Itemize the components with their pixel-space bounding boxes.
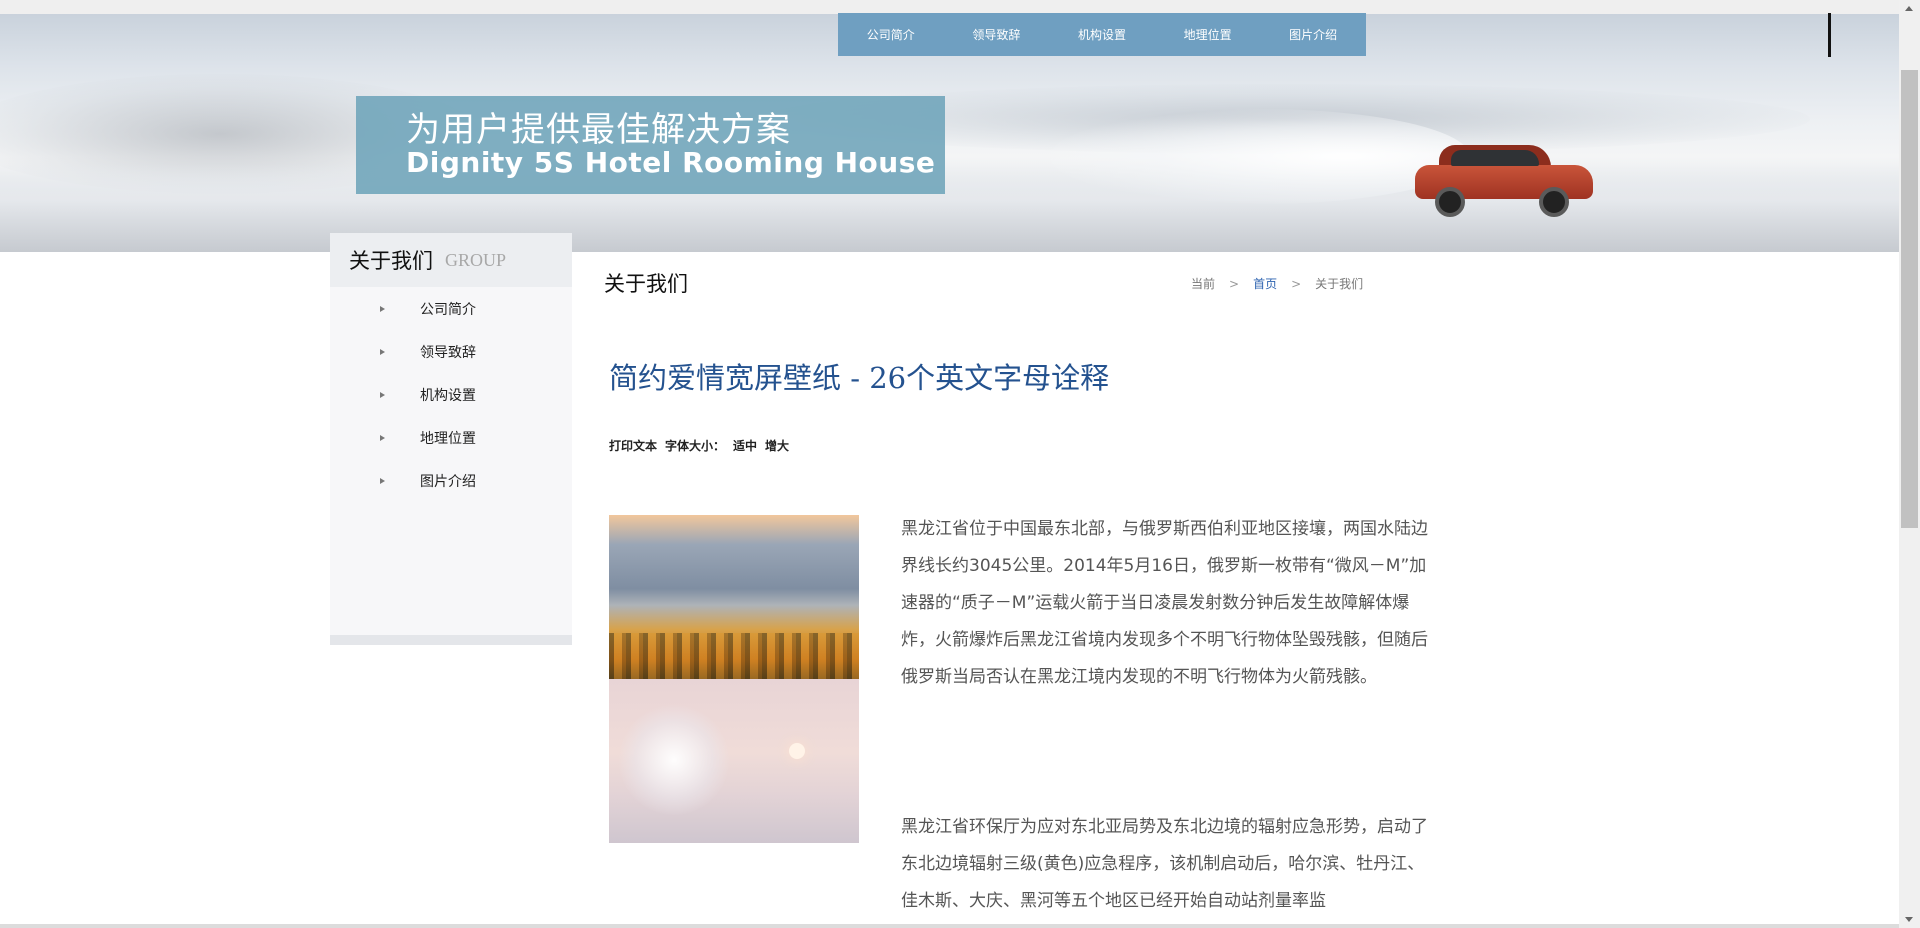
photo-trees [609, 633, 859, 679]
article-paragraph-1: 黑龙江省位于中国最东北部，与俄罗斯西伯利亚地区接壤，两国水陆边界线长约3045公… [901, 519, 1428, 687]
slogan-line2: Dignity 5S Hotel Rooming House [406, 146, 936, 179]
nav-item-pictures[interactable]: 图片介绍 [1279, 26, 1347, 43]
sidebar-footer [330, 635, 572, 645]
sidebar-item-label: 地理位置 [420, 430, 476, 447]
article-title: 简约爱情宽屏壁纸 - 26个英文字母诠释 [609, 361, 1110, 395]
sidebar-item-label: 机构设置 [420, 387, 476, 404]
sidebar-item-label: 公司简介 [420, 301, 476, 318]
vertical-scrollbar[interactable] [1899, 0, 1920, 928]
breadcrumb-current-page: 关于我们 [1315, 277, 1364, 291]
window-bottom-edge [0, 924, 1899, 928]
sidebar-item-pictures[interactable]: 图片介绍 [330, 459, 572, 502]
car-window [1451, 150, 1539, 166]
photo-autumn-forest [609, 515, 859, 679]
font-size-large-link[interactable]: 增大 [765, 437, 789, 454]
scroll-down-arrow-icon[interactable] [1905, 917, 1913, 922]
slogan-line1: 为用户提供最佳解决方案 [406, 110, 791, 150]
sidebar-item-label: 图片介绍 [420, 473, 476, 490]
banner-snow [0, 164, 1899, 252]
section-title: 关于我们 [604, 272, 688, 296]
article-tools: 打印文本 字体大小： 适中 增大 [609, 437, 789, 454]
print-text-link[interactable]: 打印文本 [609, 437, 657, 454]
banner-car-image [1415, 139, 1595, 219]
scrollbar-thumb[interactable] [1901, 70, 1918, 528]
font-size-medium-link[interactable]: 适中 [733, 437, 757, 454]
sidebar-item-label: 领导致辞 [420, 344, 476, 361]
banner-slogan: 为用户提供最佳解决方案 Dignity 5S Hotel Rooming Hou… [356, 96, 945, 194]
triangle-right-icon [380, 305, 385, 312]
photo-sun [789, 743, 805, 759]
sidebar-title-en: GROUP [445, 249, 507, 270]
nav-item-leader-speech[interactable]: 领导致辞 [962, 26, 1030, 43]
chevron-right-icon: > [1291, 276, 1302, 291]
sidebar-item-leader-speech[interactable]: 领导致辞 [330, 330, 572, 373]
sidebar: 关于我们 GROUP 公司简介 领导致辞 机构设置 地理位置 图片介绍 [330, 233, 572, 645]
banner-snow-spray [1050, 109, 1470, 204]
top-nav: 公司简介 领导致辞 机构设置 地理位置 图片介绍 [838, 13, 1366, 56]
sidebar-item-location[interactable]: 地理位置 [330, 416, 572, 459]
nav-item-company-intro[interactable]: 公司简介 [857, 26, 925, 43]
text-cursor-bar [1828, 13, 1831, 57]
sidebar-item-company-intro[interactable]: 公司简介 [330, 287, 572, 330]
triangle-right-icon [380, 434, 385, 441]
car-wheel-rear [1539, 187, 1569, 217]
article-photo [609, 515, 859, 843]
scroll-up-arrow-icon[interactable] [1905, 6, 1913, 11]
nav-item-organization[interactable]: 机构设置 [1068, 26, 1136, 43]
photo-frost-tree [619, 705, 729, 815]
breadcrumb-home-link[interactable]: 首页 [1253, 275, 1277, 292]
breadcrumb: 当前 > 首页 > 关于我们 [1191, 275, 1363, 292]
sidebar-menu: 公司简介 领导致辞 机构设置 地理位置 图片介绍 [330, 287, 572, 502]
top-strip [0, 0, 1899, 14]
sidebar-item-organization[interactable]: 机构设置 [330, 373, 572, 416]
chevron-right-icon: > [1229, 276, 1240, 291]
sidebar-header: 关于我们 GROUP [330, 233, 572, 287]
nav-item-location[interactable]: 地理位置 [1174, 26, 1242, 43]
sidebar-title: 关于我们 [349, 249, 433, 273]
article-paragraph-2: 黑龙江省环保厅为应对东北亚局势及东北边境的辐射应急形势，启动了东北边境辐射三级(… [901, 817, 1428, 911]
triangle-right-icon [380, 477, 385, 484]
breadcrumb-current-label: 当前 [1191, 277, 1216, 291]
triangle-right-icon [380, 348, 385, 355]
car-wheel-front [1435, 187, 1465, 217]
triangle-right-icon [380, 391, 385, 398]
font-size-label: 字体大小： [665, 439, 726, 453]
